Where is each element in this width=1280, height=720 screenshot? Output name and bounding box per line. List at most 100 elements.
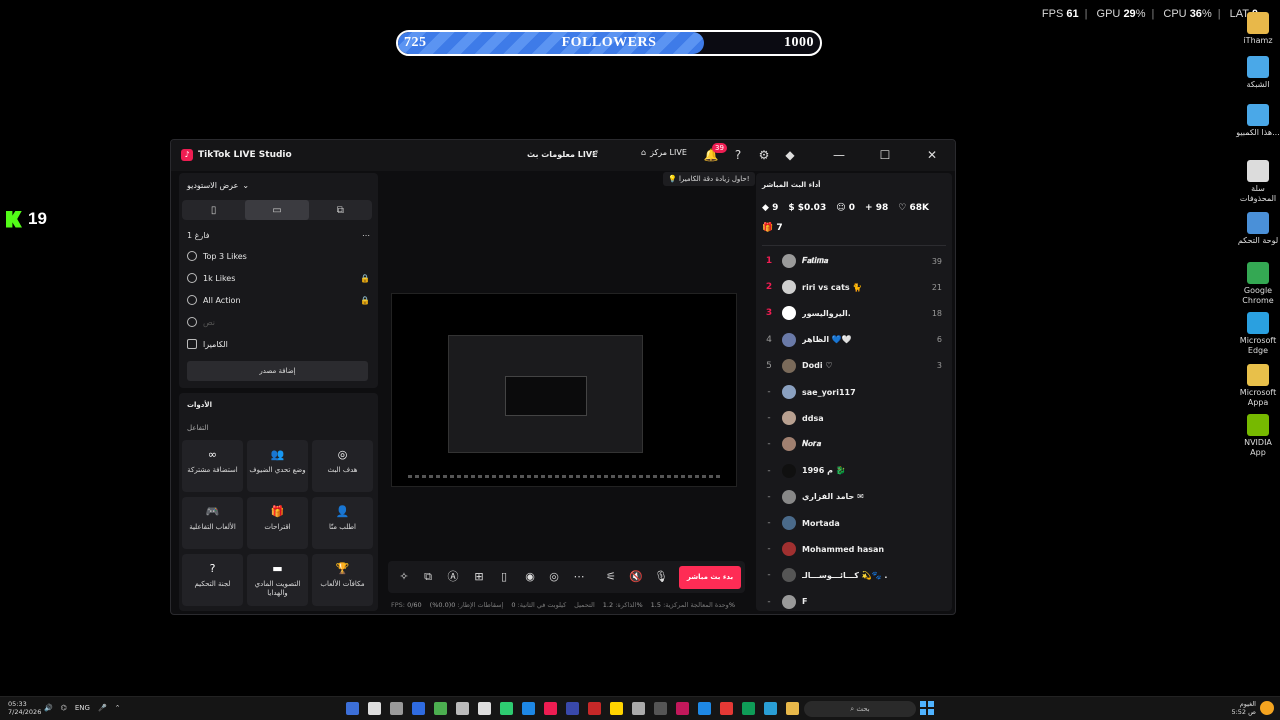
sliders-icon[interactable]: ⚟: [603, 569, 619, 585]
viewer-row[interactable]: - 𝑵𝒐𝒓𝒂: [762, 436, 942, 452]
lock-icon[interactable]: 🔒: [360, 274, 370, 283]
camera-tip-text: حاول زيادة دقة الكاميرا!: [678, 175, 750, 183]
source-item[interactable]: 1k Likes 🔒: [187, 271, 370, 285]
live-center-button[interactable]: ⌂ مركز LIVE: [641, 148, 687, 157]
taskbar-app-icon[interactable]: [368, 702, 381, 715]
tool-card[interactable]: ▬ التصويت المادي والهدايا: [247, 554, 308, 606]
close-icon[interactable]: ✕: [924, 147, 940, 163]
share-icon[interactable]: ⇗: [591, 148, 599, 159]
viewer-row[interactable]: 5 Dodi ♡ 3: [762, 358, 942, 374]
record-icon[interactable]: ◉: [522, 569, 538, 585]
studio-view-dropdown[interactable]: عرض الاستوديو ⌄: [187, 181, 249, 190]
chevron-up-icon[interactable]: ⌃: [115, 704, 121, 712]
add-source-button[interactable]: إضافة مصدر: [187, 361, 368, 381]
volume-icon[interactable]: 🔊: [44, 704, 53, 712]
taskbar-app-icon[interactable]: [786, 702, 799, 715]
viewer-row[interactable]: 1 𝑭𝒂𝒕𝒊𝒎𝒂 39: [762, 253, 942, 269]
maximize-icon[interactable]: ☐: [877, 147, 893, 163]
microphone-tray-icon[interactable]: 🎤: [98, 704, 107, 712]
taskbar-app-icon[interactable]: [566, 702, 579, 715]
desktop-icon[interactable]: لوحة التحكم: [1236, 212, 1280, 246]
taskbar-app-icon[interactable]: [610, 702, 623, 715]
tool-card[interactable]: 👤 اطلب منّا: [312, 497, 373, 549]
desktop-icon[interactable]: الشبكة: [1236, 56, 1280, 90]
taskbar-app-icon[interactable]: [698, 702, 711, 715]
preview-nested-window: [448, 335, 643, 453]
magic-wand-icon[interactable]: ✧: [396, 569, 412, 585]
landscape-button[interactable]: ▭: [245, 200, 309, 220]
language-indicator[interactable]: ENG: [75, 704, 90, 712]
viewer-row[interactable]: - Mohammed hasan: [762, 541, 942, 557]
clock[interactable]: 05:33 7/24/2026: [8, 700, 41, 716]
tool-card[interactable]: 🏆 مكافآت الألعاب: [312, 554, 373, 606]
tool-card[interactable]: 🎮 الألعاب التفاعلية: [182, 497, 243, 549]
viewer-row[interactable]: - حامد الفزاري ✉: [762, 489, 942, 505]
viewer-row[interactable]: 2 riri vs cats 🐈 21: [762, 279, 942, 295]
taskbar-app-icon[interactable]: [500, 702, 513, 715]
viewer-row[interactable]: - ddsa: [762, 410, 942, 426]
portrait-button[interactable]: ▯: [182, 200, 245, 220]
viewer-row[interactable]: - Mortada: [762, 515, 942, 531]
taskbar-app-icon[interactable]: [346, 702, 359, 715]
avatar[interactable]: ◆: [782, 147, 798, 163]
taskbar-app-icon[interactable]: [456, 702, 469, 715]
viewer-row[interactable]: 3 اليرواليسور. 18: [762, 305, 942, 321]
viewer-row[interactable]: - sae_yori117: [762, 384, 942, 400]
taskbar-app-icon[interactable]: [676, 702, 689, 715]
weather-widget[interactable]: الغيوم 5:52 ص: [1231, 700, 1274, 716]
multi-layout-button[interactable]: ⧉: [309, 200, 372, 220]
viewer-row[interactable]: - 1996 م 🐉: [762, 463, 942, 479]
viewer-row[interactable]: 4 الظاهر 💙🤍 6: [762, 332, 942, 348]
more-options-icon[interactable]: ⋯: [362, 231, 370, 240]
network-icon[interactable]: ⌬: [61, 704, 67, 712]
tool-card[interactable]: ∞ استضافة مشتركة: [182, 440, 243, 492]
tool-card[interactable]: 🎁 اقتراحات: [247, 497, 308, 549]
taskbar-app-icon[interactable]: [478, 702, 491, 715]
target-icon[interactable]: ◎: [546, 569, 562, 585]
stream-info-button[interactable]: معلومات بث LIVE: [527, 150, 598, 159]
viewer-row[interactable]: -F: [762, 594, 942, 610]
screen-add-icon[interactable]: ⊞: [471, 569, 487, 585]
desktop-icon[interactable]: iThamz: [1236, 12, 1280, 46]
desktop-icon[interactable]: Google Chrome: [1236, 262, 1280, 306]
taskbar-app-icon[interactable]: [544, 702, 557, 715]
taskbar-app-icon[interactable]: [632, 702, 645, 715]
go-live-button[interactable]: بدء بث مباشر: [679, 566, 741, 589]
source-item[interactable]: All Action 🔒: [187, 293, 370, 307]
lock-icon[interactable]: 🔒: [360, 296, 370, 305]
taskbar-app-icon[interactable]: [390, 702, 403, 715]
stream-preview[interactable]: [391, 293, 737, 487]
taskbar-app-icon[interactable]: [434, 702, 447, 715]
help-icon[interactable]: ?: [730, 147, 746, 163]
taskbar-app-icon[interactable]: [742, 702, 755, 715]
viewer-row[interactable]: - كـــائـــوســـالـ 💫🐾 .: [762, 567, 942, 583]
source-item[interactable]: Top 3 Likes: [187, 249, 370, 263]
desktop-icon[interactable]: هذا الكمبيو...: [1236, 104, 1280, 138]
desktop-icon[interactable]: NVIDIA App: [1236, 414, 1280, 458]
speaker-mute-icon[interactable]: 🔇: [628, 569, 644, 585]
taskbar-app-icon[interactable]: [764, 702, 777, 715]
minimize-icon[interactable]: —: [831, 147, 847, 163]
tool-card[interactable]: ◎ هدف البث: [312, 440, 373, 492]
ai-icon[interactable]: Ⓐ: [445, 569, 461, 585]
start-button[interactable]: [920, 701, 934, 715]
effects-icon[interactable]: ⧉: [420, 569, 436, 585]
taskbar-search[interactable]: ⌕ بحث: [804, 701, 916, 717]
taskbar-app-icon[interactable]: [412, 702, 425, 715]
taskbar-app-icon[interactable]: [720, 702, 733, 715]
phone-icon[interactable]: ▯: [496, 569, 512, 585]
desktop-icon[interactable]: سلة المحذوفات: [1236, 160, 1280, 204]
desktop-icon[interactable]: Microsoft Edge: [1236, 312, 1280, 356]
scene-selector[interactable]: فارغ 1 ⋯: [187, 231, 370, 240]
tool-card[interactable]: 👥 وضع تحدي الضيوف: [247, 440, 308, 492]
tool-card[interactable]: ? لجنة التحكيم: [182, 554, 243, 606]
gear-icon[interactable]: ⚙: [756, 147, 772, 163]
source-item[interactable]: نص: [187, 315, 370, 329]
taskbar-app-icon[interactable]: [654, 702, 667, 715]
taskbar-app-icon[interactable]: [522, 702, 535, 715]
more-icon[interactable]: ⋯: [571, 569, 587, 585]
taskbar-app-icon[interactable]: [588, 702, 601, 715]
desktop-icon[interactable]: Microsoft Appa: [1236, 364, 1280, 408]
microphone-icon[interactable]: 🎙: [653, 569, 669, 585]
source-item[interactable]: الكاميرا: [187, 337, 370, 351]
